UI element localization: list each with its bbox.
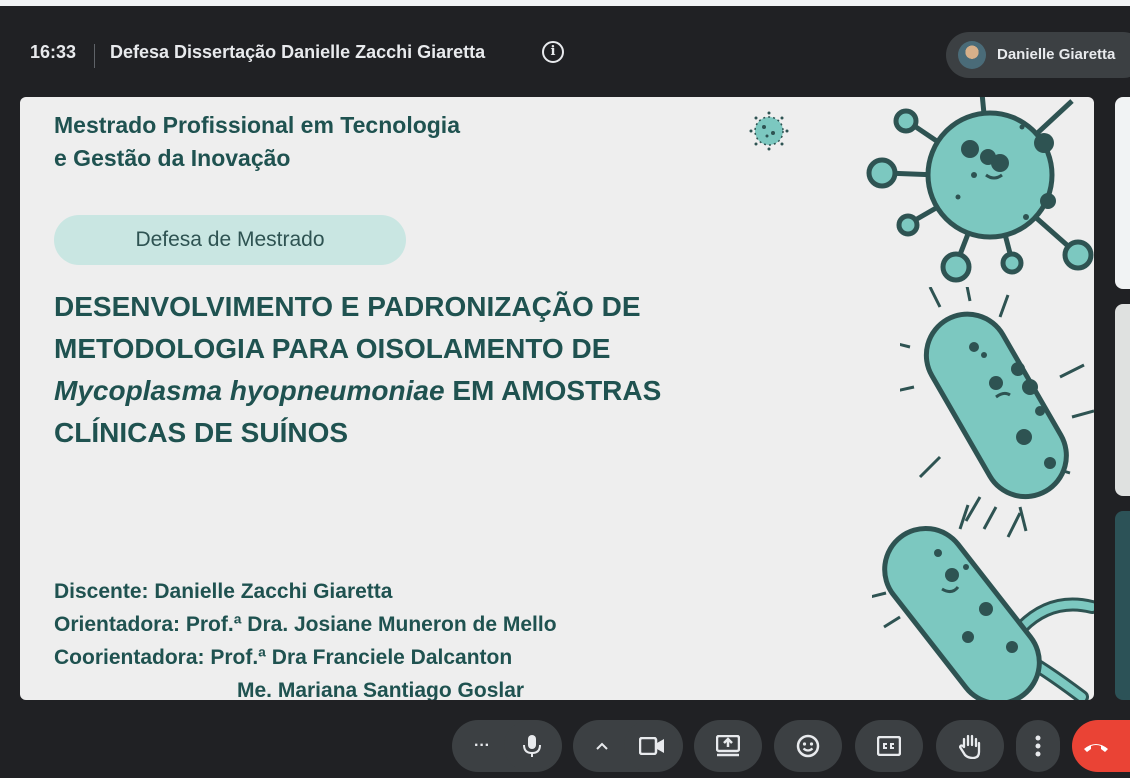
thesis-title: DESENVOLVIMENTO E PADRONIZAÇÃO DE METODO…: [54, 286, 814, 454]
title-line-2: METODOLOGIA PARA OISOLAMENTO DE: [54, 333, 611, 364]
more-options-icon[interactable]: ···: [462, 720, 502, 772]
captions-icon[interactable]: [855, 720, 923, 772]
present-screen-icon[interactable]: [694, 720, 762, 772]
defense-badge: Defesa de Mestrado: [54, 215, 406, 265]
flagella-bacterium-icon: [872, 504, 1094, 700]
title-line-3-rest: EM AMOSTRAS: [444, 375, 662, 406]
participant-tile[interactable]: [1115, 97, 1130, 289]
end-call-icon[interactable]: [1072, 720, 1130, 772]
program-heading: Mestrado Profissional em Tecnologia e Ge…: [54, 109, 460, 175]
raise-hand-icon[interactable]: [936, 720, 1004, 772]
advisor-line: Orientadora: Prof.ª Dra. Josiane Muneron…: [54, 613, 557, 636]
emoji-icon[interactable]: [774, 720, 842, 772]
meeting-time: 16:33: [30, 42, 77, 62]
avatar: [958, 41, 986, 69]
presenter-name: Danielle Giaretta: [997, 46, 1116, 63]
presentation-slide: Mestrado Profissional em Tecnologia e Ge…: [20, 97, 1094, 700]
credits: Discente: Danielle Zacchi Giaretta Orien…: [54, 575, 557, 700]
call-controls: ···: [0, 712, 1130, 778]
species-name: Mycoplasma hyopneumoniae: [54, 375, 445, 406]
header-divider: [94, 44, 95, 68]
small-germ-icon: [749, 111, 789, 151]
coadvisor2-line: Me. Mariana Santiago Goslar: [237, 679, 525, 700]
meeting-title: Defesa Dissertação Danielle Zacchi Giare…: [110, 42, 486, 62]
meeting-header: 16:33 Defesa Dissertação Danielle Zacchi…: [0, 6, 1130, 90]
microphone-icon[interactable]: [504, 720, 560, 772]
camera-icon[interactable]: [624, 720, 680, 772]
title-line-4: CLÍNICAS DE SUÍNOS: [54, 417, 349, 448]
title-line-1: DESENVOLVIMENTO E PADRONIZAÇÃO DE: [54, 291, 641, 322]
more-vert-icon[interactable]: [1016, 720, 1060, 772]
coadvisor-line: Coorientadora: Prof.ª Dra Franciele Dalc…: [54, 646, 513, 669]
participant-tile[interactable]: [1115, 304, 1130, 496]
presenter-chip[interactable]: Danielle Giaretta: [946, 32, 1130, 78]
program-line-1: Mestrado Profissional em Tecnologia: [54, 112, 460, 138]
participant-tile[interactable]: [1115, 511, 1130, 700]
round-virus-icon: [866, 97, 1094, 283]
info-icon[interactable]: i: [542, 41, 564, 63]
program-line-2: e Gestão da Inovação: [54, 145, 291, 171]
chevron-up-icon[interactable]: [582, 720, 622, 772]
more-options-glyph: ···: [474, 737, 490, 754]
student-line: Discente: Danielle Zacchi Giaretta: [54, 580, 393, 603]
title-line-3: Mycoplasma hyopneumoniae EM AMOSTRAS: [54, 370, 814, 412]
